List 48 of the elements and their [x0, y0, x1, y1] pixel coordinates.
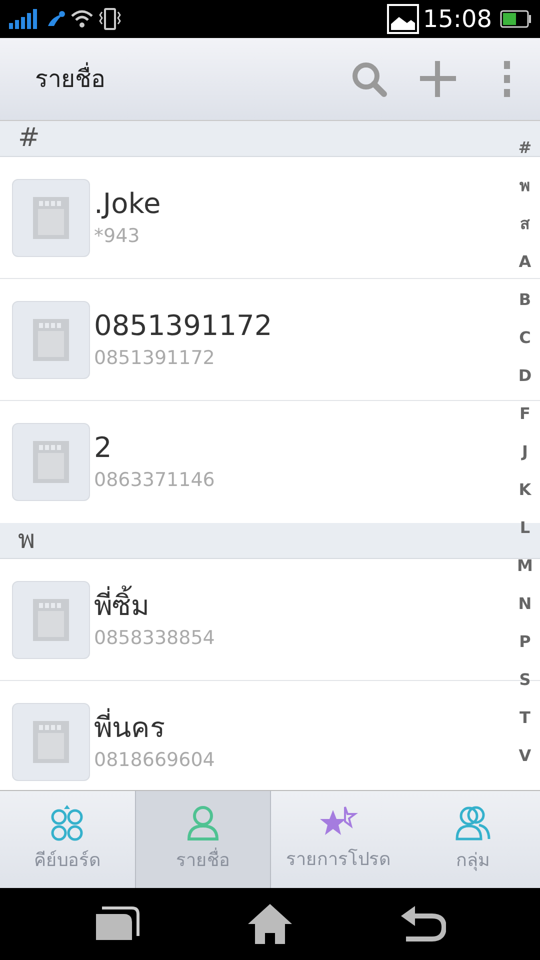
contact-name: 0851391172: [94, 308, 272, 344]
recent-apps-icon[interactable]: [94, 906, 140, 942]
index-letter[interactable]: V: [518, 737, 532, 775]
person-icon: [186, 805, 220, 841]
contact-number: 0863371146: [94, 468, 215, 493]
contact-name: พี่ซิ้ม: [94, 588, 215, 624]
section-header: #: [18, 122, 40, 155]
home-icon[interactable]: [246, 903, 293, 945]
contact-number: *943: [94, 224, 141, 248]
contact-number: 0851391172: [94, 346, 216, 370]
signal-icon: [8, 9, 38, 29]
index-letter[interactable]: A: [518, 243, 532, 281]
index-letter[interactable]: L: [520, 509, 530, 547]
index-letter[interactable]: S: [519, 661, 531, 699]
index-letter[interactable]: K: [518, 471, 532, 509]
wifi-icon: [70, 9, 94, 29]
sim-card-icon: [31, 719, 71, 765]
sim-card-icon: [31, 316, 71, 362]
index-letter[interactable]: N: [518, 585, 532, 623]
index-letter[interactable]: C: [519, 319, 531, 357]
section-header: พ: [18, 524, 35, 557]
contact-name: พี่นคร: [94, 710, 215, 746]
index-letter[interactable]: T: [520, 699, 530, 737]
sim-card-icon: [31, 596, 71, 642]
index-letter[interactable]: D: [518, 357, 532, 395]
image-icon: [386, 4, 419, 34]
sim-card-icon: [31, 194, 71, 240]
page-title: รายชื่อ: [35, 61, 350, 97]
sim-card-icon: [31, 439, 71, 485]
people-icon: [454, 805, 491, 841]
index-letter[interactable]: B: [518, 281, 532, 319]
contact-name: .Joke: [94, 186, 161, 222]
index-letter[interactable]: #: [518, 129, 532, 167]
index-letter[interactable]: J: [522, 433, 528, 471]
index-letter[interactable]: F: [520, 395, 530, 433]
index-letter[interactable]: M: [517, 547, 533, 585]
clock-time: 15:08: [422, 4, 492, 35]
vibrate-icon: [98, 8, 122, 30]
index-letter[interactable]: P: [519, 623, 531, 661]
carrier-icon: [46, 10, 66, 28]
battery-icon: [500, 10, 532, 28]
index-letter[interactable]: พ: [520, 167, 530, 205]
back-icon[interactable]: [400, 905, 446, 943]
contact-name: 2: [94, 430, 113, 466]
contact-number: 0858338854: [94, 626, 215, 650]
index-letter[interactable]: ส: [520, 205, 530, 243]
keypad-icon: [50, 805, 84, 841]
contact-number: 0818669604: [94, 748, 215, 773]
